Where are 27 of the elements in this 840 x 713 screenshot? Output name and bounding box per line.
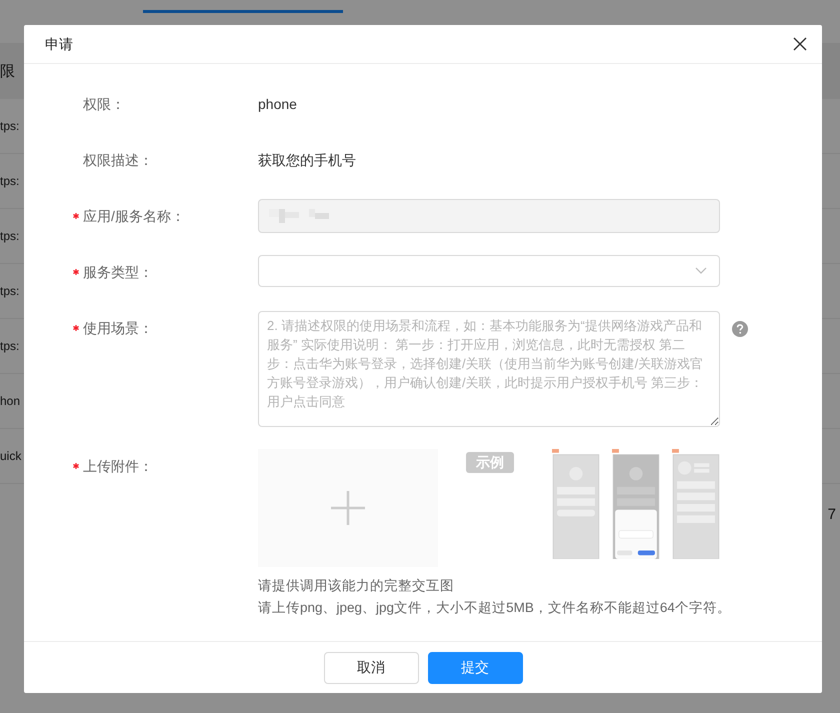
dialog-title: 申请 bbox=[45, 34, 73, 54]
cancel-button[interactable]: 取消 bbox=[324, 652, 418, 684]
service-type-select[interactable] bbox=[258, 255, 720, 287]
field-label: 使用场景： bbox=[83, 318, 153, 338]
field-label: 应用/服务名称： bbox=[83, 206, 185, 226]
table-cell-text: hon bbox=[0, 393, 20, 410]
table-cell-text: 7 bbox=[828, 505, 836, 525]
upload-area[interactable] bbox=[258, 449, 438, 567]
table-cell-text: uick bbox=[0, 448, 22, 465]
table-cell-text: tps: bbox=[0, 283, 20, 300]
field-label: 服务类型： bbox=[83, 262, 153, 282]
hint-text: 请提供调用该能力的完整交互图 bbox=[258, 577, 455, 595]
field-label: 权限描述： bbox=[83, 150, 153, 170]
usage-scenario-textarea[interactable]: 2. 请描述权限的使用场景和流程，如：基本功能服务为“提供网络游戏产品和服务” 实际使用说明： 第一步：打开应用，浏览信息，此时无需授权 第二步：点击华为账号登录，选择创建/关联（使用当前华为账号创建/关联游戏官方账号登录游戏），用户确认创建/关联，此时提示用户授权手机号 第三步：用户点击同意 bbox=[258, 311, 720, 427]
table-cell-text: tps: bbox=[0, 173, 20, 190]
chevron-down-icon bbox=[695, 267, 707, 275]
table-cell-text: tps: bbox=[0, 228, 20, 245]
field-value: 获取您的手机号 bbox=[258, 151, 356, 170]
help-icon bbox=[732, 321, 748, 337]
field-label: 权限： bbox=[83, 94, 125, 114]
column-header: 限 bbox=[0, 62, 15, 82]
table-cell-text: tps: bbox=[0, 118, 20, 135]
plus-icon bbox=[331, 491, 365, 525]
hint-text: 请上传png、jpeg、jpg文件，大小不超过5MB，文件名称不能超过64个字符。 bbox=[258, 599, 731, 617]
field-label: 上传附件： bbox=[83, 456, 153, 476]
table-cell-text: tps: bbox=[0, 338, 20, 355]
field-value: phone bbox=[258, 95, 297, 114]
